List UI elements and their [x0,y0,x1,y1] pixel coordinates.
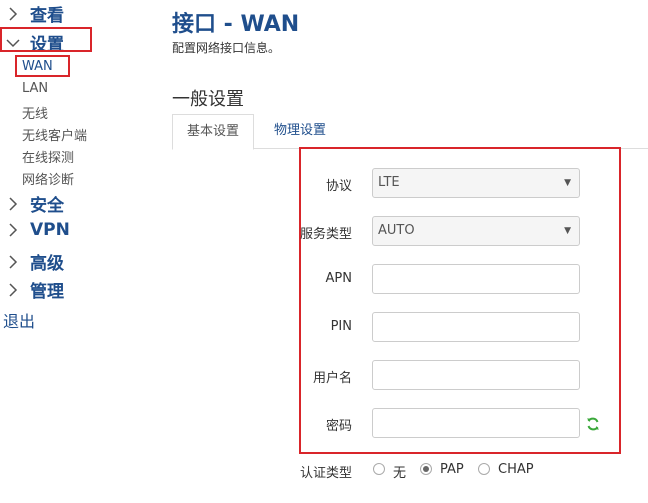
password-input[interactable] [372,408,580,438]
chevron-right-icon [2,251,24,273]
nav-group-advanced[interactable]: 高级 [0,249,64,274]
sidebar-item-lan[interactable]: LAN [22,81,48,96]
highlight-box-settings [0,27,92,52]
username-input[interactable] [372,360,580,390]
nav-group-security[interactable]: 安全 [0,191,64,216]
auth-type-label: 认证类型 [300,466,353,481]
auth-option-pap-label[interactable]: PAP [440,462,464,477]
nav-group-label: 安全 [30,196,64,216]
dropdown-arrow-icon: ▼ [564,178,571,188]
auth-radio-none[interactable] [373,463,385,475]
username-label: 用户名 [312,371,352,386]
logout-link[interactable]: 退出 [3,308,35,332]
service-type-label: 服务类型 [300,227,353,242]
chevron-right-icon [2,219,24,241]
sidebar-item-wireless[interactable]: 无线 [22,103,48,122]
pin-label: PIN [330,319,352,334]
section-title: 一般设置 [172,89,244,110]
auth-option-chap-label[interactable]: CHAP [498,462,534,477]
chevron-right-icon [2,3,24,25]
password-label: 密码 [325,419,352,434]
tab-bar: 基本设置 物理设置 [172,114,648,150]
service-type-value: AUTO [378,223,415,238]
sidebar-item-network-diagnostics[interactable]: 网络诊断 [22,169,74,188]
chevron-right-icon [2,193,24,215]
highlight-box-wan [15,55,70,77]
tab-physical-settings[interactable]: 物理设置 [260,114,340,148]
protocol-select[interactable]: LTE ▼ [372,168,580,198]
protocol-label: 协议 [325,179,352,194]
sidebar: 查看 设置 WAN LAN 无线 无线客户端 在线探测 网络诊断 安全 VPN … [0,0,150,503]
dropdown-arrow-icon: ▼ [564,226,571,236]
page-title: 接口 - WAN [172,12,300,37]
nav-group-view[interactable]: 查看 [0,1,64,26]
apn-label: APN [325,271,352,286]
auth-option-none-label[interactable]: 无 [393,462,406,481]
pin-input[interactable] [372,312,580,342]
nav-group-label: 管理 [30,282,64,302]
protocol-value: LTE [378,175,400,190]
nav-group-admin[interactable]: 管理 [0,277,64,302]
service-type-select[interactable]: AUTO ▼ [372,216,580,246]
page-description: 配置网络接口信息。 [172,41,281,55]
auth-radio-pap[interactable] [420,463,432,475]
sidebar-item-wireless-client[interactable]: 无线客户端 [22,125,87,144]
chevron-right-icon [2,279,24,301]
refresh-icon[interactable] [586,416,600,431]
apn-input[interactable] [372,264,580,294]
tab-basic-settings[interactable]: 基本设置 [172,114,255,150]
sidebar-item-online-detection[interactable]: 在线探测 [22,147,74,166]
auth-radio-chap[interactable] [478,463,490,475]
nav-group-label: VPN [30,220,70,240]
nav-group-label: 高级 [30,254,64,274]
nav-group-vpn[interactable]: VPN [0,219,70,241]
nav-group-label: 查看 [30,6,64,26]
